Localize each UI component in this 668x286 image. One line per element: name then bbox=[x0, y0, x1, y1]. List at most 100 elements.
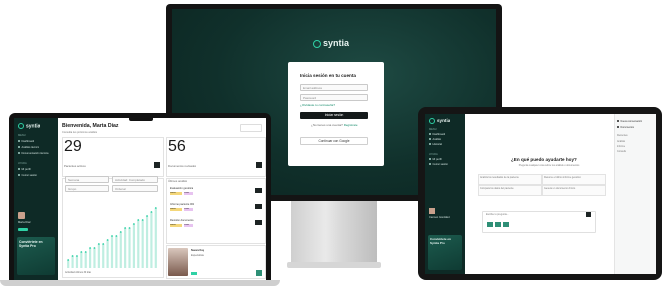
assistant-subtitle: Pregunta cualquier cosa sobre tus anális… bbox=[518, 164, 580, 167]
logout-icon bbox=[18, 174, 20, 177]
list-item-title[interactable]: Informe paciente 001 bbox=[170, 203, 194, 206]
recent-item[interactable]: Análisis bbox=[617, 140, 625, 143]
chart-footer: Actividad últimos 30 días bbox=[65, 271, 92, 274]
sidebar-item-logout[interactable]: Cerrar sesión bbox=[18, 174, 37, 177]
sidebar-item-profile[interactable]: Mi perfil bbox=[429, 158, 442, 161]
sidebar-item-documentacion[interactable]: Documentación técnica bbox=[18, 152, 56, 155]
chart-bar bbox=[71, 256, 74, 268]
laptop-base bbox=[0, 280, 280, 286]
sidebar-item-label: Cerrar sesión bbox=[432, 163, 449, 166]
google-login-button[interactable]: Continuar con Google bbox=[300, 137, 368, 145]
chart-point bbox=[133, 223, 135, 225]
status-badge: Pend. bbox=[184, 208, 193, 211]
plus-icon bbox=[617, 120, 619, 123]
chart-bar bbox=[106, 240, 109, 268]
list-item-title[interactable]: Evaluación genética bbox=[170, 187, 193, 190]
filter-group[interactable]: Grupo bbox=[65, 185, 109, 192]
recent-item[interactable]: Consulta bbox=[617, 150, 626, 153]
documents-label: Documentos bbox=[620, 126, 634, 129]
analysis-icon bbox=[18, 146, 20, 149]
suggestion-text: Resume el último informe genético bbox=[544, 176, 581, 179]
chart-point bbox=[115, 235, 118, 237]
chart-bar bbox=[141, 220, 144, 268]
sidebar-item-label: Documentación técnica bbox=[21, 152, 49, 155]
new-conversation-button[interactable]: Nueva conversación bbox=[617, 120, 642, 123]
suggestion-card[interactable]: Compara los datos del paciente bbox=[478, 185, 542, 196]
user-icon bbox=[429, 158, 431, 161]
suggestion-card[interactable]: Analiza los resultados de la paciente bbox=[478, 174, 542, 185]
filter-activity[interactable]: Actividad: Completado bbox=[112, 176, 158, 183]
filter-week[interactable]: Semana bbox=[65, 176, 109, 183]
sidebar-item-analisis[interactable]: Análisis bbox=[429, 138, 441, 141]
password-field[interactable]: Password bbox=[300, 94, 368, 101]
sidebar-item-analisis[interactable]: Análisis técnico bbox=[18, 146, 39, 149]
logo-icon bbox=[18, 123, 24, 129]
chart-bar bbox=[115, 236, 118, 268]
sidebar-item-label: Historial bbox=[432, 143, 442, 146]
list-item-action[interactable] bbox=[255, 188, 262, 193]
chart-point bbox=[76, 255, 78, 257]
suggestion-text: Genera un documento clínico bbox=[544, 187, 576, 190]
recent-list-header: Últimos análisis bbox=[168, 179, 188, 183]
sidebar-item-profile[interactable]: Mi perfil bbox=[18, 168, 31, 171]
history-icon bbox=[429, 143, 431, 146]
stat-left-button[interactable] bbox=[154, 162, 160, 168]
sidebar-item-label: Análisis técnico bbox=[21, 146, 40, 149]
sidebar-item-dashboard[interactable]: Dashboard bbox=[18, 140, 34, 143]
chart-point bbox=[67, 259, 70, 261]
logo-icon bbox=[429, 118, 435, 124]
chart-bar bbox=[89, 248, 92, 268]
sidebar-section-help: AYUDA bbox=[18, 162, 27, 165]
filter-order[interactable]: Ordenar bbox=[112, 185, 158, 192]
sidebar-section-menu: MENÚ bbox=[18, 134, 26, 137]
sidebar-item-label: Análisis bbox=[432, 138, 442, 141]
email-field[interactable]: Email address bbox=[300, 84, 368, 91]
chart-point bbox=[97, 243, 100, 245]
list-item-action[interactable] bbox=[255, 220, 262, 225]
forgot-password-link[interactable]: ¿Olvidaste tu contraseña? bbox=[300, 103, 335, 107]
chart-point bbox=[102, 243, 105, 245]
sidebar-item-historial[interactable]: Historial bbox=[429, 143, 442, 146]
avatar bbox=[429, 208, 435, 214]
send-button[interactable] bbox=[586, 212, 591, 217]
suggestion-card[interactable]: Resume el último informe genético bbox=[542, 174, 606, 185]
sidebar-item-dashboard[interactable]: Dashboard bbox=[429, 133, 445, 136]
login-button[interactable]: Iniciar sesión bbox=[300, 112, 368, 119]
folder-icon bbox=[617, 126, 619, 129]
chart-point bbox=[150, 211, 153, 213]
image-icon[interactable] bbox=[503, 222, 509, 227]
sidebar-section-menu: MENÚ bbox=[429, 128, 437, 131]
stat-right-label: Documentos revisados bbox=[168, 164, 197, 168]
attach-icon[interactable] bbox=[487, 222, 493, 227]
chart-point bbox=[84, 251, 87, 253]
recent-item[interactable]: Informe bbox=[617, 145, 625, 148]
status-badge: Pend. bbox=[184, 224, 193, 227]
dashboard-icon bbox=[18, 140, 20, 143]
suggestion-card[interactable]: Genera un documento clínico bbox=[542, 185, 606, 196]
document-icon bbox=[18, 152, 20, 155]
documents-button[interactable]: Documentos bbox=[617, 126, 634, 129]
chat-input-placeholder: Escribe tu pregunta... bbox=[486, 213, 509, 216]
logout-icon bbox=[429, 163, 431, 166]
sidebar-user-name: Carmen González bbox=[429, 216, 450, 219]
profile-badge bbox=[191, 272, 197, 275]
register-link[interactable]: Regístrate bbox=[344, 123, 358, 127]
user-icon bbox=[18, 168, 20, 171]
monitor-stand-base bbox=[287, 262, 381, 268]
tablet-right-panel bbox=[614, 114, 656, 274]
avatar bbox=[18, 212, 25, 219]
header-actions[interactable] bbox=[240, 124, 262, 132]
chart-bar bbox=[75, 256, 79, 268]
list-item-action[interactable] bbox=[255, 204, 262, 209]
stat-right-button[interactable] bbox=[256, 162, 262, 168]
chart-bar bbox=[132, 224, 135, 268]
tablet-brand-logo: syntia bbox=[429, 118, 450, 124]
chart-bar bbox=[102, 244, 105, 268]
stat-right-value: 56 bbox=[168, 138, 186, 155]
profile-action[interactable] bbox=[256, 270, 262, 276]
mic-icon[interactable] bbox=[495, 222, 501, 227]
chart-point bbox=[124, 227, 127, 229]
sidebar-item-logout[interactable]: Cerrar sesión bbox=[429, 163, 448, 166]
user-badge bbox=[18, 228, 28, 231]
list-item-title[interactable]: Revisión documento bbox=[170, 219, 194, 222]
